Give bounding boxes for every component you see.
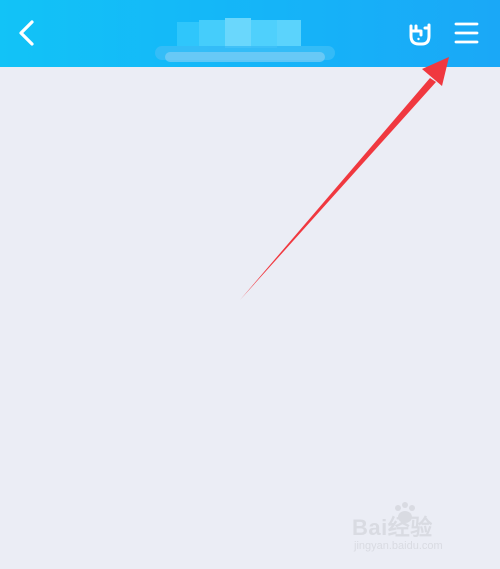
page-title-obscured [155, 18, 335, 64]
menu-icon [454, 22, 479, 44]
main-content-area [0, 67, 500, 569]
chevron-left-icon [19, 20, 34, 46]
top-navigation-bar [0, 0, 500, 67]
hand-gesture-icon [409, 23, 431, 46]
watermark: Bai经验 jingyan.baidu.com [352, 500, 482, 560]
menu-button[interactable] [448, 17, 484, 49]
paw-icon [395, 502, 415, 523]
back-button[interactable] [10, 15, 44, 51]
hand-gesture-button[interactable] [404, 17, 436, 49]
watermark-url: jingyan.baidu.com [354, 540, 443, 552]
